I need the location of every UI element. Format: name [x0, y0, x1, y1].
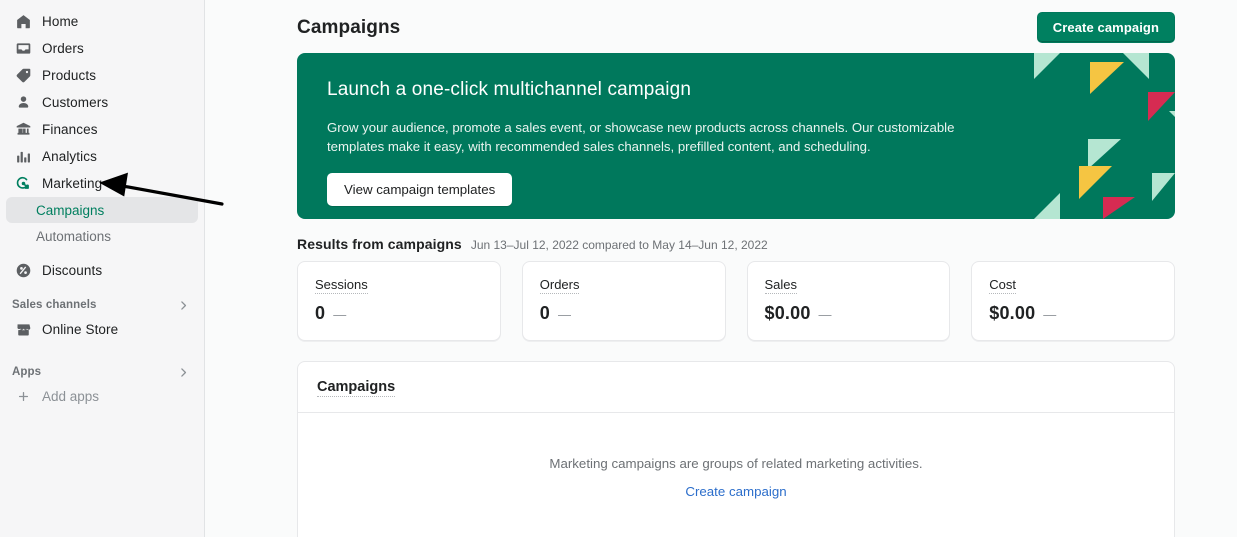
megaphone-icon	[14, 175, 32, 193]
sidebar-item-label: Marketing	[42, 176, 103, 191]
app-root: Home Orders Products Customers Finances	[0, 0, 1237, 537]
create-campaign-button[interactable]: Create campaign	[1036, 12, 1175, 43]
sidebar-item-label: Analytics	[42, 149, 97, 164]
campaigns-card: Campaigns Marketing campaigns are groups…	[297, 361, 1175, 537]
results-title: Results from campaigns	[297, 236, 462, 252]
metric-value-row: $0.00 —	[989, 303, 1157, 324]
plus-icon	[14, 390, 32, 403]
sidebar-item-add-apps[interactable]: Add apps	[6, 383, 198, 409]
metric-value-row: $0.00 —	[765, 303, 933, 324]
metric-value: 0	[315, 303, 326, 323]
banner-content: Launch a one-click multichannel campaign…	[297, 53, 1175, 206]
sidebar-item-label: Discounts	[42, 263, 103, 278]
results-header: Results from campaigns Jun 13–Jul 12, 20…	[297, 236, 1175, 252]
person-icon	[14, 94, 32, 112]
tag-icon	[14, 67, 32, 85]
sidebar: Home Orders Products Customers Finances	[0, 0, 205, 537]
sidebar-item-campaigns[interactable]: Campaigns	[6, 197, 198, 223]
metric-label[interactable]: Sessions	[315, 277, 368, 294]
metric-card-cost[interactable]: Cost $0.00 —	[971, 261, 1175, 341]
sidebar-section-apps: Apps	[0, 361, 204, 383]
empty-state-text: Marketing campaigns are groups of relate…	[549, 456, 923, 471]
metric-delta: —	[333, 307, 347, 322]
sidebar-item-label: Finances	[42, 122, 98, 137]
metric-label[interactable]: Orders	[539, 277, 580, 294]
page-title: Campaigns	[297, 16, 401, 38]
sidebar-item-label: Orders	[42, 41, 84, 56]
metric-value: $0.00	[989, 303, 1036, 323]
campaigns-empty-state: Marketing campaigns are groups of relate…	[298, 413, 1174, 537]
campaigns-card-header: Campaigns	[298, 362, 1174, 413]
sidebar-item-orders[interactable]: Orders	[6, 35, 198, 62]
multichannel-campaign-banner: Launch a one-click multichannel campaign…	[297, 53, 1175, 219]
sidebar-item-finances[interactable]: Finances	[6, 116, 198, 143]
discount-percent-icon	[14, 262, 32, 280]
bank-icon	[14, 121, 32, 139]
sidebar-item-products[interactable]: Products	[6, 62, 198, 89]
metric-value: 0	[539, 303, 550, 323]
sidebar-item-online-store[interactable]: Online Store	[6, 316, 198, 343]
sidebar-item-label: Products	[42, 68, 97, 83]
sidebar-item-label: Customers	[42, 95, 109, 110]
metric-card-orders[interactable]: Orders 0 —	[521, 261, 726, 341]
sidebar-item-label: Home	[42, 14, 79, 29]
add-apps-label: Add apps	[42, 388, 100, 404]
view-campaign-templates-button[interactable]: View campaign templates	[327, 173, 513, 206]
metric-value-row: 0 —	[540, 303, 708, 324]
sidebar-item-discounts[interactable]: Discounts	[6, 257, 198, 284]
section-header-label: Sales channels	[12, 299, 97, 311]
sidebar-section-sales-channels: Sales channels	[0, 294, 204, 316]
chevron-right-icon[interactable]	[177, 299, 190, 312]
chevron-right-icon[interactable]	[177, 366, 190, 379]
create-campaign-link[interactable]: Create campaign	[685, 484, 786, 499]
sidebar-subitem-label: Automations	[36, 228, 112, 244]
sidebar-item-automations[interactable]: Automations	[6, 223, 198, 249]
bar-chart-icon	[14, 148, 32, 166]
page-header: Campaigns Create campaign	[297, 0, 1175, 53]
metric-card-sales[interactable]: Sales $0.00 —	[746, 261, 951, 341]
storefront-icon	[14, 321, 32, 339]
sidebar-subitem-label: Campaigns	[36, 202, 105, 218]
orders-inbox-icon	[14, 40, 32, 58]
sidebar-item-home[interactable]: Home	[6, 8, 198, 35]
main-content: Campaigns Create campaign Launch a one-c…	[205, 0, 1237, 537]
metric-delta: —	[818, 307, 832, 322]
sidebar-item-label: Online Store	[42, 322, 119, 337]
metric-card-sessions[interactable]: Sessions 0 —	[297, 261, 501, 341]
sidebar-item-marketing[interactable]: Marketing	[6, 170, 198, 197]
metric-value: $0.00	[764, 303, 811, 323]
results-date-range: Jun 13–Jul 12, 2022 compared to May 14–J…	[470, 238, 768, 252]
banner-body: Grow your audience, promote a sales even…	[327, 120, 955, 154]
banner-heading: Launch a one-click multichannel campaign	[327, 79, 692, 100]
metric-value-row: 0 —	[315, 303, 483, 324]
section-header-label: Apps	[12, 366, 42, 378]
metric-label[interactable]: Sales	[764, 277, 798, 294]
campaigns-card-title[interactable]: Campaigns	[317, 379, 396, 397]
metric-delta: —	[1043, 307, 1057, 322]
metric-label[interactable]: Cost	[989, 277, 1016, 294]
sidebar-item-customers[interactable]: Customers	[6, 89, 198, 116]
sidebar-item-analytics[interactable]: Analytics	[6, 143, 198, 170]
metric-delta: —	[557, 307, 571, 322]
metrics-row: Sessions 0 — Orders 0 — Sales $0.00 — Co…	[297, 261, 1175, 341]
home-icon	[14, 13, 32, 31]
